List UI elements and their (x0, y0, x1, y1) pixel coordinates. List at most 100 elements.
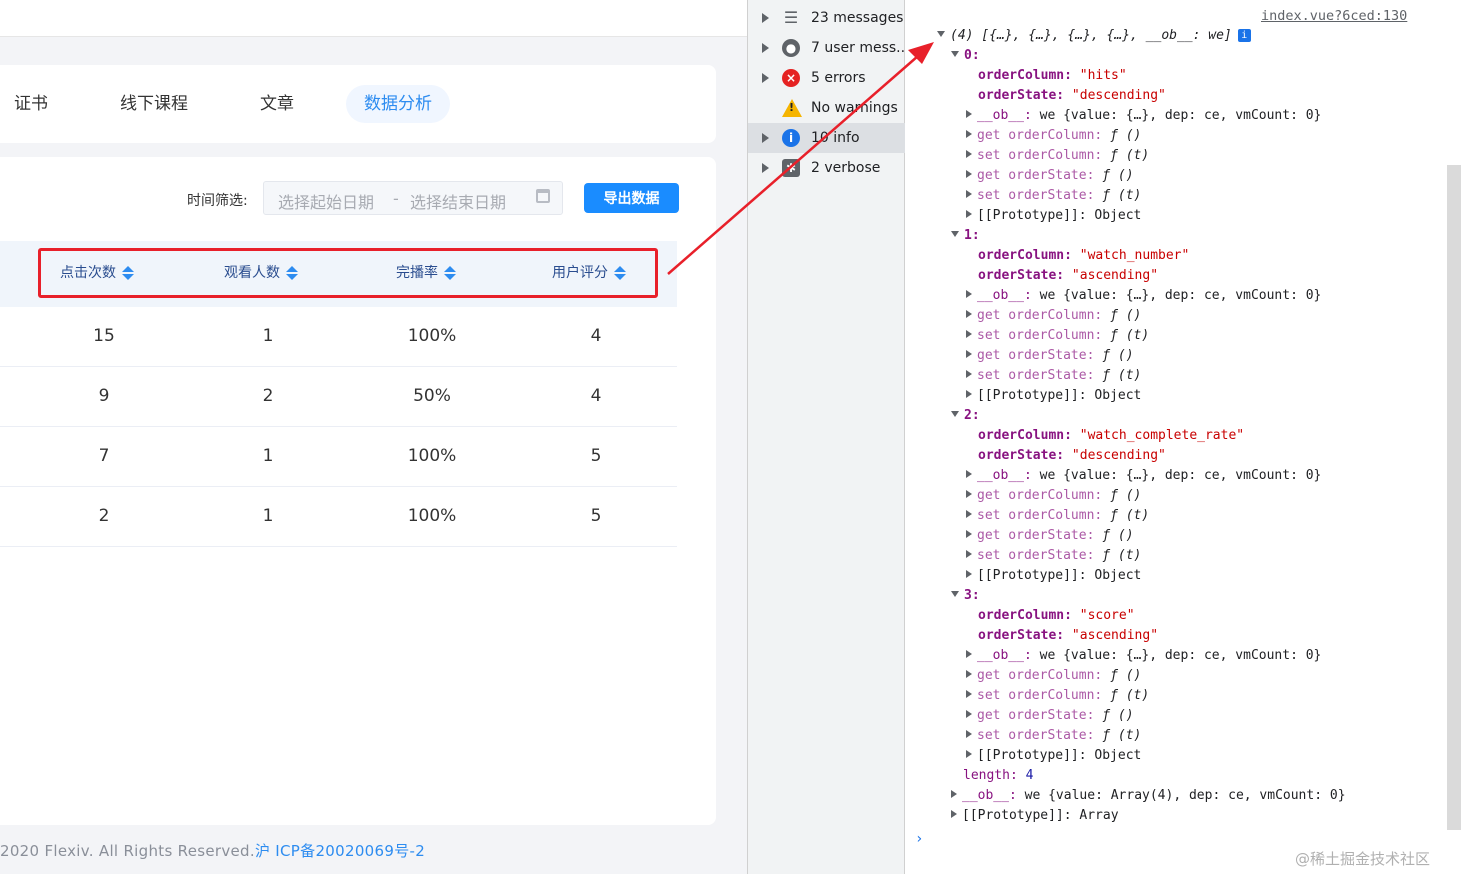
setter-order-column[interactable]: set orderColumn: ƒ (t) (966, 146, 1149, 166)
tab-certificate[interactable]: 证书 (14, 85, 48, 123)
collapse-arrow-icon[interactable] (951, 591, 959, 597)
getter-order-column[interactable]: get orderColumn: ƒ () (966, 126, 1141, 146)
sidebar-item-warnings[interactable]: ! No warnings (748, 93, 905, 123)
prop-value: "descending" (1071, 448, 1166, 463)
getter-order-column[interactable]: get orderColumn: ƒ () (966, 306, 1141, 326)
array-entry-0[interactable]: 0: (951, 46, 980, 66)
array-entry-1[interactable]: 1: (951, 226, 980, 246)
expand-arrow-icon[interactable] (966, 370, 972, 378)
setter-order-column[interactable]: set orderColumn: ƒ (t) (966, 506, 1149, 526)
setter-order-state[interactable]: set orderState: ƒ (t) (966, 726, 1141, 746)
expand-arrow-icon[interactable] (966, 490, 972, 498)
date-range-picker[interactable]: 选择起始日期 - 选择结束日期 (263, 181, 563, 215)
prop-ob-array[interactable]: __ob__: we {value: Array(4), dep: ce, vm… (951, 786, 1346, 806)
array-summary[interactable]: (4) [{…}, {…}, {…}, {…}, __ob__: we] i (937, 26, 1251, 46)
getter-order-column[interactable]: get orderColumn: ƒ () (966, 666, 1141, 686)
prototype-object[interactable]: [[Prototype]]: Object (966, 746, 1141, 766)
collapse-arrow-icon[interactable] (951, 51, 959, 57)
analysis-panel: 时间筛选: 选择起始日期 - 选择结束日期 导出数据 点击次数 观看人数 完播率… (0, 157, 716, 825)
collapse-arrow-icon[interactable] (951, 231, 959, 237)
setter-order-state[interactable]: set orderState: ƒ (t) (966, 186, 1141, 206)
expand-arrow-icon[interactable] (762, 133, 769, 143)
icp-link[interactable]: 沪 ICP备20020069号-2 (255, 842, 425, 860)
prototype-array[interactable]: [[Prototype]]: Array (951, 806, 1119, 826)
tab-article[interactable]: 文章 (260, 85, 294, 123)
expand-arrow-icon[interactable] (966, 330, 972, 338)
sidebar-item-messages[interactable]: ☰ 23 messages (748, 3, 905, 33)
export-data-button[interactable]: 导出数据 (584, 183, 679, 213)
info-badge-icon[interactable]: i (1237, 29, 1251, 42)
date-end-input[interactable]: 选择结束日期 (410, 189, 506, 213)
sidebar-item-user-messages[interactable]: ● 7 user mess... (748, 33, 905, 63)
expand-arrow-icon[interactable] (966, 730, 972, 738)
expand-arrow-icon[interactable] (762, 163, 769, 173)
tab-offline-course[interactable]: 线下课程 (120, 85, 188, 123)
prop-value: ƒ (t) (1110, 508, 1150, 523)
expand-arrow-icon[interactable] (966, 170, 972, 178)
array-entry-3[interactable]: 3: (951, 586, 980, 606)
expand-arrow-icon[interactable] (762, 73, 769, 83)
expand-arrow-icon[interactable] (966, 390, 972, 398)
prop-value: ƒ (t) (1102, 728, 1142, 743)
table-cell: 15 (93, 326, 115, 346)
sidebar-item-info[interactable]: i 10 info (748, 123, 905, 153)
prop-key: set orderColumn: (977, 508, 1103, 523)
collapse-arrow-icon[interactable] (951, 411, 959, 417)
annotation-highlight-box (38, 248, 658, 298)
setter-order-state[interactable]: set orderState: ƒ (t) (966, 366, 1141, 386)
expand-arrow-icon[interactable] (966, 550, 972, 558)
expand-arrow-icon[interactable] (762, 43, 769, 53)
expand-arrow-icon[interactable] (966, 650, 972, 658)
prototype-object[interactable]: [[Prototype]]: Object (966, 566, 1141, 586)
prop-key: get orderState: (977, 528, 1095, 543)
sidebar-item-verbose[interactable]: ✱ 2 verbose (748, 153, 905, 183)
tab-data-analysis[interactable]: 数据分析 (346, 85, 450, 123)
getter-order-state[interactable]: get orderState: ƒ () (966, 166, 1134, 186)
expand-arrow-icon[interactable] (966, 190, 972, 198)
expand-arrow-icon[interactable] (966, 750, 972, 758)
setter-order-column[interactable]: set orderColumn: ƒ (t) (966, 686, 1149, 706)
setter-order-state[interactable]: set orderState: ƒ (t) (966, 546, 1141, 566)
scrollbar[interactable] (1447, 165, 1461, 830)
expand-arrow-icon[interactable] (966, 710, 972, 718)
expand-arrow-icon[interactable] (951, 790, 957, 798)
expand-arrow-icon[interactable] (966, 130, 972, 138)
prop-key: set orderState: (977, 728, 1095, 743)
prop-ob[interactable]: __ob__: we {value: {…}, dep: ce, vmCount… (966, 646, 1321, 666)
getter-order-state[interactable]: get orderState: ƒ () (966, 346, 1134, 366)
expand-arrow-icon[interactable] (966, 470, 972, 478)
console-prompt[interactable]: › (915, 831, 923, 847)
prototype-object[interactable]: [[Prototype]]: Object (966, 206, 1141, 226)
expand-arrow-icon[interactable] (966, 150, 972, 158)
expand-arrow-icon[interactable] (966, 310, 972, 318)
prop-order-state: orderState: "ascending" (978, 266, 1158, 286)
array-entry-2[interactable]: 2: (951, 406, 980, 426)
getter-order-column[interactable]: get orderColumn: ƒ () (966, 486, 1141, 506)
expand-arrow-icon[interactable] (966, 350, 972, 358)
source-link[interactable]: index.vue?6ced:130 (1261, 8, 1407, 24)
expand-arrow-icon[interactable] (951, 810, 957, 818)
prop-ob[interactable]: __ob__: we {value: {…}, dep: ce, vmCount… (966, 286, 1321, 306)
prototype-object[interactable]: [[Prototype]]: Object (966, 386, 1141, 406)
expand-arrow-icon[interactable] (966, 510, 972, 518)
getter-order-state[interactable]: get orderState: ƒ () (966, 526, 1134, 546)
prop-key: set orderColumn: (977, 148, 1103, 163)
expand-arrow-icon[interactable] (966, 690, 972, 698)
prop-ob[interactable]: __ob__: we {value: {…}, dep: ce, vmCount… (966, 106, 1321, 126)
expand-arrow-icon[interactable] (966, 570, 972, 578)
sidebar-item-errors[interactable]: × 5 errors (748, 63, 905, 93)
expand-arrow-icon[interactable] (966, 530, 972, 538)
entry-index: 2: (964, 408, 980, 423)
expand-arrow-icon[interactable] (966, 210, 972, 218)
expand-arrow-icon[interactable] (966, 670, 972, 678)
prop-key: __ob__: (977, 468, 1032, 483)
prop-key: __ob__: (977, 648, 1032, 663)
expand-arrow-icon[interactable] (966, 110, 972, 118)
collapse-arrow-icon[interactable] (937, 31, 945, 37)
expand-arrow-icon[interactable] (762, 13, 769, 23)
setter-order-column[interactable]: set orderColumn: ƒ (t) (966, 326, 1149, 346)
date-start-input[interactable]: 选择起始日期 (278, 189, 374, 213)
getter-order-state[interactable]: get orderState: ƒ () (966, 706, 1134, 726)
expand-arrow-icon[interactable] (966, 290, 972, 298)
prop-ob[interactable]: __ob__: we {value: {…}, dep: ce, vmCount… (966, 466, 1321, 486)
